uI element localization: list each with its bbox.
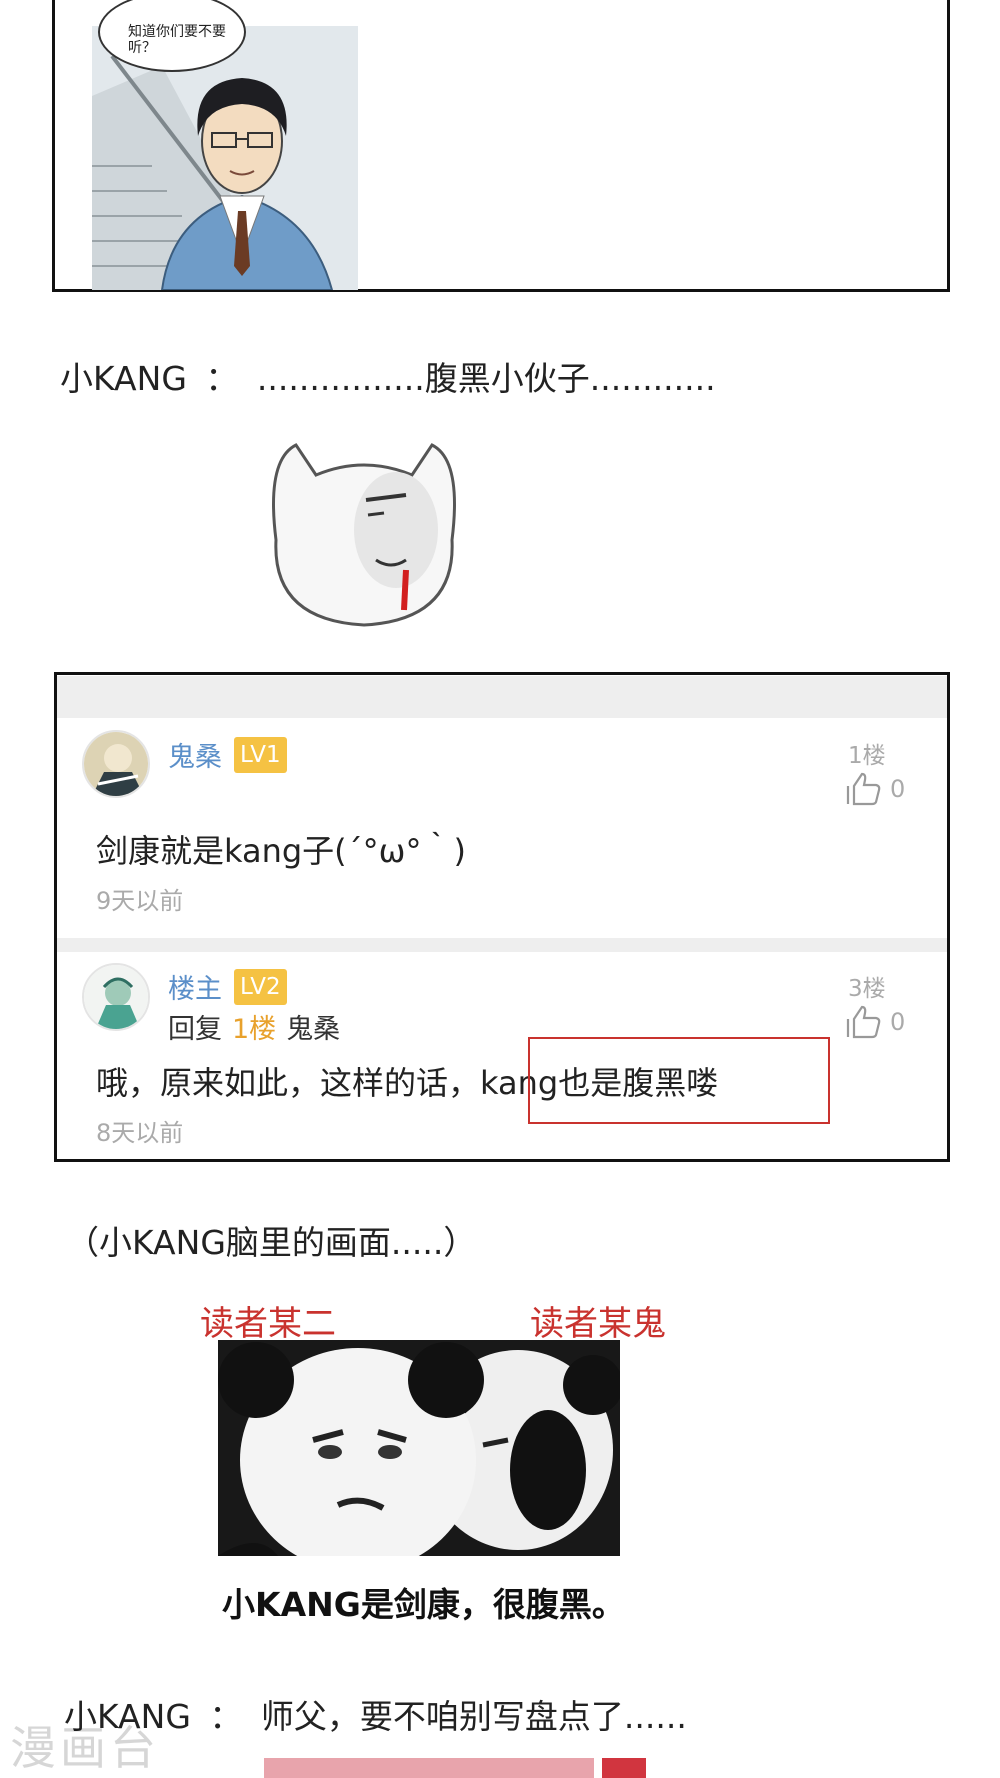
meme-caption: 小KANG是剑康，很腹黑。 (222, 1585, 625, 1624)
next-image-partial (264, 1758, 594, 1778)
comment-time: 8天以前 (96, 1119, 184, 1147)
username[interactable]: 楼主 (168, 967, 222, 1006)
panda-meme-illustration (218, 1340, 620, 1556)
panda-meme-image (218, 1340, 620, 1556)
reply-prefix: 回复 (168, 1014, 222, 1045)
highlight-box (528, 1037, 830, 1124)
comment-text-main: 哦，原来如此，这样的话， (96, 1064, 481, 1102)
meme-label-left: 读者某二 (200, 1304, 336, 1344)
comment-header: 楼主 LV2 (168, 967, 287, 1006)
avatar[interactable] (82, 730, 150, 798)
dialogue-text: 师父，要不咱别写盘点了...... (260, 1697, 687, 1736)
avatar[interactable] (82, 963, 150, 1031)
speaker-name: 小KANG (60, 359, 187, 398)
comment-card-header-strip (57, 676, 947, 718)
dialogue-line-1: 小KANG ： ................腹黑小伙子...........… (60, 352, 716, 400)
username[interactable]: 鬼桑 (168, 735, 222, 774)
like-button[interactable]: 0 (846, 772, 905, 806)
separator: ： (209, 1697, 243, 1736)
level-badge: LV1 (234, 736, 287, 773)
narration-line: （小KANG脑里的画面.....） (66, 1223, 477, 1262)
thumbs-up-icon (846, 1005, 881, 1039)
reply-user[interactable]: 鬼桑 (286, 1007, 340, 1046)
next-image-tag-partial (602, 1758, 646, 1778)
like-count: 0 (890, 775, 906, 803)
cat-face-meme (256, 420, 472, 630)
like-button[interactable]: 0 (846, 1005, 905, 1039)
like-count: 0 (890, 1008, 906, 1036)
level-badge: LV2 (234, 968, 287, 1005)
meme-label-right: 读者某鬼 (530, 1304, 666, 1344)
thumbs-up-icon (846, 772, 881, 806)
comment-divider (57, 938, 947, 952)
cat-face-meme-image (272, 443, 456, 627)
comment-time: 9天以前 (96, 887, 184, 915)
watermark: 漫画台 (10, 1721, 160, 1775)
dialogue-text: ................腹黑小伙子............ (256, 359, 716, 398)
comment-header: 鬼桑 LV1 (168, 735, 287, 774)
reply-line: 回复 1楼 鬼桑 (168, 1007, 340, 1046)
separator: ： (205, 359, 239, 398)
floor-number: 3楼 (848, 976, 886, 1002)
floor-number: 1楼 (848, 743, 886, 769)
comment-text: 剑康就是kang子(´°ω°｀) (96, 832, 466, 870)
reply-floor[interactable]: 1楼 (232, 1007, 276, 1046)
